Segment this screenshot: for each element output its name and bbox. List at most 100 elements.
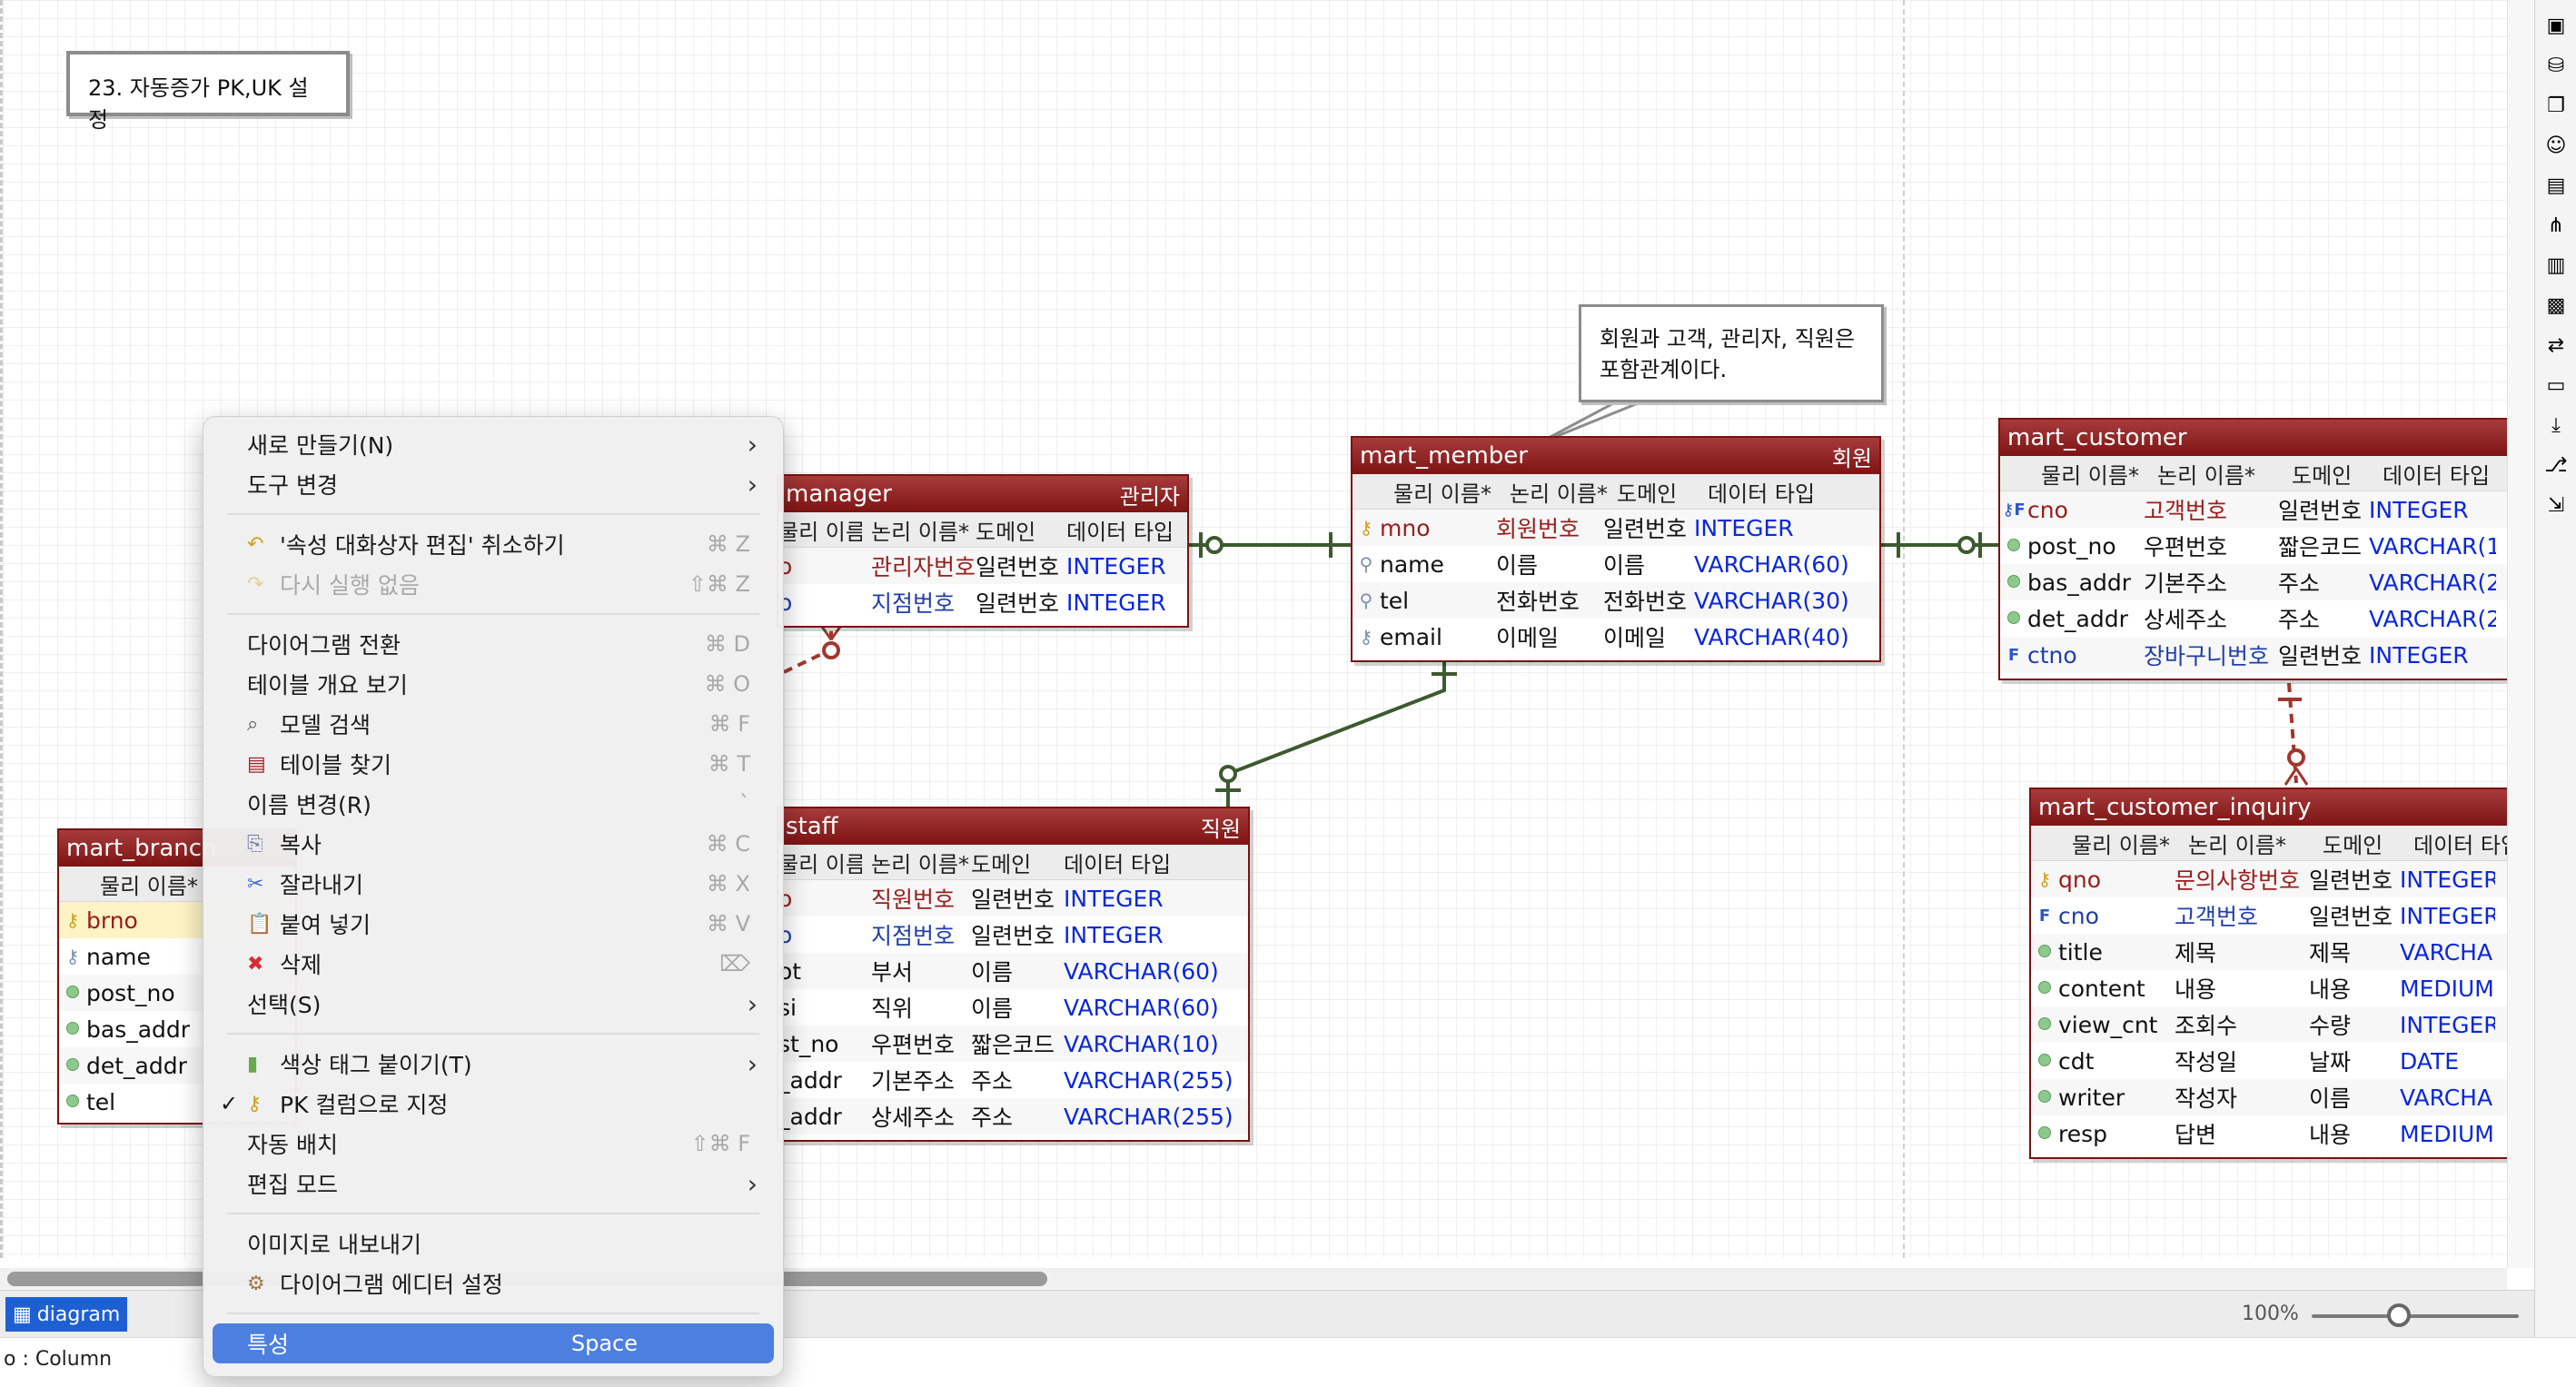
- entity-header: mart_customer_inquiry: [2031, 789, 2509, 826]
- column-icon: [2031, 1052, 2058, 1071]
- window-icon[interactable]: ❐: [2542, 93, 2570, 120]
- table-row[interactable]: title 제목 제목 VARCHA: [2031, 934, 2509, 970]
- tab-diagram[interactable]: ▦ diagram: [5, 1297, 127, 1332]
- menu-item-cut[interactable]: ✂ 잘라내기 ⌘ X: [203, 864, 783, 904]
- menu-item-select[interactable]: 선택(S) ›: [203, 984, 783, 1024]
- table-row[interactable]: si 직위 이름 VARCHAR(60): [778, 989, 1248, 1025]
- entity-name: mart_member: [1360, 442, 1528, 470]
- delete-x-icon: ✖: [247, 952, 264, 976]
- database-icon[interactable]: ⛁: [2542, 53, 2570, 80]
- column-icon: [59, 1093, 86, 1112]
- column-icon: [2000, 609, 2027, 629]
- menu-item-switch-diagram[interactable]: 다이어그램 전환 ⌘ D: [203, 624, 783, 664]
- menu-item-set-pk[interactable]: ✓ ⚷ PK 컬럼으로 지정: [203, 1084, 783, 1124]
- entity-staff[interactable]: staff 직원 물리 이름* 논리 이름* 도메인 데이터 타입 o직원번호일…: [777, 807, 1250, 1142]
- chart-icon[interactable]: ▩: [2542, 292, 2570, 320]
- connection-icon[interactable]: ⇄: [2542, 332, 2570, 360]
- table-row[interactable]: post_no 우편번호 짧은코드 VARCHAR(1: [2000, 528, 2509, 564]
- col-datatype-header: 데이터 타입: [1064, 851, 1172, 877]
- menu-item-new[interactable]: 새로 만들기(N) ›: [203, 424, 783, 464]
- menu-item-properties[interactable]: 특성 Space: [213, 1323, 774, 1363]
- col-domain-header: 도메인: [1617, 480, 1678, 507]
- export-icon[interactable]: ⇲: [2542, 492, 2570, 520]
- search-icon: ⌕: [247, 712, 259, 736]
- table-row[interactable]: content 내용 내용 MEDIUM: [2031, 970, 2509, 1006]
- entity-header: staff 직원: [778, 808, 1248, 845]
- menu-item-edit-mode[interactable]: 편집 모드 ›: [203, 1164, 783, 1204]
- column-icon: [59, 1056, 86, 1075]
- menu-item-model-search[interactable]: ⌕ 모델 검색 ⌘ F: [203, 704, 783, 744]
- package-icon[interactable]: ▣: [2542, 13, 2570, 40]
- diagram-title-label[interactable]: 23. 자동증가 PK,UK 설정: [66, 51, 350, 133]
- zoom-slider[interactable]: [2312, 1314, 2519, 1318]
- entity-mart-customer[interactable]: mart_customer 물리 이름* 논리 이름* 도메인 데이터 타입 ⚷…: [1998, 418, 2509, 680]
- entity-mart-customer-inquiry[interactable]: mart_customer_inquiry 물리 이름* 논리 이름* 도메인 …: [2029, 788, 2509, 1159]
- note-box[interactable]: 회원과 고객, 관리자, 직원은 포함관계이다.: [1579, 304, 1884, 402]
- download-icon[interactable]: ⤓: [2542, 412, 2570, 440]
- table-icon[interactable]: ▤: [2542, 173, 2570, 200]
- entity-manager[interactable]: manager 관리자 물리 이름* 논리 이름* 도메인 데이터 타입 o관리…: [777, 474, 1189, 628]
- table-row[interactable]: cdt 작성일 날짜 DATE: [2031, 1043, 2509, 1079]
- diagram-icon: ▦: [13, 1303, 32, 1326]
- col-logical-header: 논리 이름*: [2157, 462, 2255, 489]
- column-icon: [2000, 537, 2027, 556]
- menu-item-color-tag[interactable]: ▮ 색상 태그 붙이기(T) ›: [203, 1044, 783, 1084]
- column-icon: [2031, 1015, 2058, 1035]
- tree-icon[interactable]: ⋔: [2542, 213, 2570, 240]
- primary-key-icon: ⚷: [65, 909, 80, 931]
- table-row[interactable]: bas_addr 기본주소 주소 VARCHAR(2: [2000, 564, 2509, 600]
- entity-name: mart_customer_inquiry: [2038, 794, 2312, 821]
- git-icon[interactable]: ⎇: [2542, 452, 2570, 480]
- table-row[interactable]: Fctno 장바구니번호 일련번호 INTEGER: [2000, 637, 2509, 673]
- menu-item-delete[interactable]: ✖ 삭제 ⌦: [203, 944, 783, 984]
- bookmark-icon: ▮: [247, 1052, 259, 1075]
- entity-header: mart_customer: [2000, 420, 2509, 456]
- menu-separator: [227, 1213, 759, 1214]
- table-row[interactable]: o 지점번호 일련번호 INTEGER: [778, 584, 1187, 620]
- table-row[interactable]: o 관리자번호 일련번호 INTEGER: [778, 548, 1187, 584]
- menu-item-table-overview[interactable]: 테이블 개요 보기 ⌘ O: [203, 664, 783, 704]
- table-row[interactable]: ⚷ qno 문의사항번호 일련번호 INTEGER: [2031, 861, 2509, 897]
- table-icon: ▤: [247, 752, 266, 776]
- entity-mart-member[interactable]: mart_member 회원 물리 이름* 논리 이름* 도메인 데이터 타입 …: [1351, 436, 1881, 662]
- menu-item-undo[interactable]: ↶ '속성 대화상자 편집' 취소하기 ⌘ Z: [203, 524, 783, 564]
- table-row[interactable]: ⚷F cno 고객번호 일련번호 INTEGER: [2000, 491, 2509, 528]
- menu-item-rename[interactable]: 이름 변경(R) `: [203, 784, 783, 824]
- entity-logical-name: 직원: [1200, 816, 1241, 842]
- col-logical-header: 논리 이름*: [871, 851, 969, 877]
- table-row[interactable]: det_addr 상세주소 주소 VARCHAR(2: [2000, 600, 2509, 637]
- column-header: 물리 이름* 논리 이름* 도메인 데이터 타입: [2000, 456, 2509, 491]
- menu-item-paste[interactable]: 📋 붙여 넣기 ⌘ V: [203, 904, 783, 944]
- table-row[interactable]: _addr 기본주소 주소 VARCHAR(255): [778, 1062, 1248, 1098]
- vertical-scrollbar[interactable]: [2507, 0, 2535, 1268]
- entity-name: staff: [786, 813, 838, 840]
- table-row[interactable]: ⚲ tel 전화번호 전화번호 VARCHAR(30): [1352, 582, 1879, 619]
- table-row[interactable]: ⚲ name 이름 이름 VARCHAR(60): [1352, 546, 1879, 582]
- table-row[interactable]: ot 부서 이름 VARCHAR(60): [778, 953, 1248, 989]
- table-row[interactable]: view_cnt 조회수 수량 INTEGER: [2031, 1006, 2509, 1043]
- table-row[interactable]: resp 답변 내용 MEDIUM: [2031, 1115, 2509, 1152]
- table-row[interactable]: o 지점번호 일련번호 INTEGER: [778, 916, 1248, 953]
- column-header: 물리 이름* 논리 이름* 도메인 데이터 타입: [778, 845, 1248, 880]
- table-row[interactable]: st_no 우편번호 짧은코드 VARCHAR(10): [778, 1025, 1248, 1062]
- user-icon[interactable]: ☺: [2542, 133, 2570, 160]
- checkmark-icon: ✓: [220, 1091, 239, 1116]
- menu-item-find-table[interactable]: ▤ 테이블 찾기 ⌘ T: [203, 744, 783, 784]
- menu-item-copy[interactable]: ⎘ 복사 ⌘ C: [203, 824, 783, 864]
- zoom-level-label: 100%: [2242, 1303, 2299, 1325]
- table-row[interactable]: Fcno 고객번호 일련번호 INTEGER: [2031, 897, 2509, 934]
- menu-item-change-tool[interactable]: 도구 변경 ›: [203, 464, 783, 504]
- table-row[interactable]: ⚷ email 이메일 이메일 VARCHAR(40): [1352, 619, 1879, 655]
- table-row[interactable]: writer 작성자 이름 VARCHA: [2031, 1079, 2509, 1115]
- document-icon[interactable]: ▥: [2542, 253, 2570, 280]
- menu-item-auto-layout[interactable]: 자동 배치 ⇧⌘ F: [203, 1124, 783, 1164]
- monitor-icon[interactable]: ▭: [2542, 372, 2570, 400]
- col-logical-header: 논리 이름*: [1510, 480, 1608, 507]
- table-row[interactable]: ⚷ mno 회원번호 일련번호 INTEGER: [1352, 510, 1879, 546]
- menu-item-editor-settings[interactable]: ⚙ 다이어그램 에디터 설정: [203, 1263, 783, 1303]
- table-row[interactable]: o 직원번호 일련번호 INTEGER: [778, 880, 1248, 916]
- column-header: 물리 이름* 논리 이름* 도메인 데이터 타입: [2031, 826, 2509, 861]
- menu-item-export-image[interactable]: 이미지로 내보내기: [203, 1224, 783, 1263]
- zoom-slider-handle[interactable]: [2386, 1303, 2411, 1327]
- table-row[interactable]: _addr 상세주소 주소 VARCHAR(255): [778, 1098, 1248, 1134]
